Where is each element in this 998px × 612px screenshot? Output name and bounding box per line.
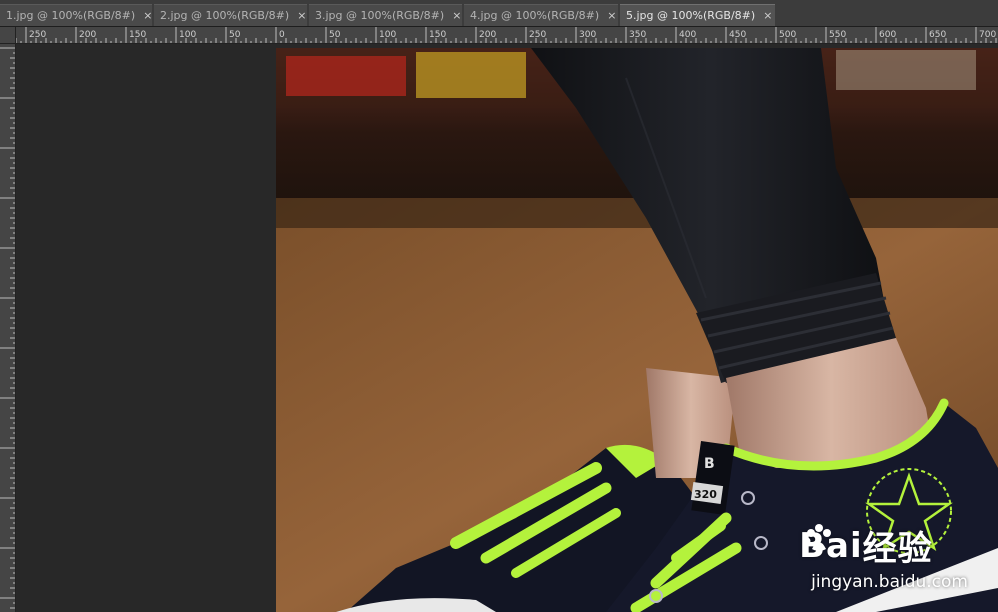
horizontal-ruler[interactable]: 250 200 150 100 50 0 50 100 150 200 250 300 350 400 45… [16, 27, 998, 44]
ruler-label: 50 [329, 30, 341, 40]
ruler-label: 350 [629, 30, 646, 40]
paw-icon [803, 524, 832, 551]
ruler-label: 650 [929, 30, 946, 40]
ruler-label: 400 [679, 30, 696, 40]
tab-label: 3.jpg @ 100%(RGB/8#) [315, 9, 445, 22]
close-icon[interactable]: × [297, 10, 306, 21]
ruler-label: 300 [579, 30, 596, 40]
ruler-label: 500 [779, 30, 796, 40]
ruler-label: 0 [279, 30, 285, 40]
document-canvas[interactable]: B 320 Bai 经验 jingyan.baidu.com [276, 48, 998, 612]
document-tab-5[interactable]: 5.jpg @ 100%(RGB/8#) × [620, 4, 775, 26]
document-tab-1[interactable]: 1.jpg @ 100%(RGB/8#) × [0, 4, 152, 26]
watermark-brand-right: 经验 [862, 529, 933, 569]
ruler-label: 200 [79, 30, 96, 40]
document-tab-4[interactable]: 4.jpg @ 100%(RGB/8#) × [464, 4, 618, 26]
ruler-label: 450 [729, 30, 746, 40]
tab-label: 4.jpg @ 100%(RGB/8#) [470, 9, 600, 22]
close-icon[interactable]: × [452, 10, 461, 21]
ruler-label: 250 [529, 30, 546, 40]
ruler-label: 150 [129, 30, 146, 40]
close-icon[interactable]: × [607, 10, 616, 21]
ruler-label: 200 [479, 30, 496, 40]
tab-label: 1.jpg @ 100%(RGB/8#) [6, 9, 136, 22]
close-icon[interactable]: × [143, 10, 152, 21]
shoe-logo-number: 320 [694, 488, 717, 501]
ruler-label: 600 [879, 30, 896, 40]
ruler-origin-corner[interactable] [0, 27, 16, 44]
vertical-ruler-ticks [0, 47, 15, 609]
document-tab-bar: 1.jpg @ 100%(RGB/8#) × 2.jpg @ 100%(RGB/8#… [0, 0, 998, 27]
baidu-watermark: Bai 经验 jingyan.baidu.com [799, 521, 968, 592]
ruler-label: 250 [29, 30, 46, 40]
ruler-label: 700 [979, 30, 996, 40]
pasteboard[interactable] [16, 44, 276, 612]
document-tab-2[interactable]: 2.jpg @ 100%(RGB/8#) × [154, 4, 307, 26]
ruler-label: 100 [379, 30, 396, 40]
ruler-label: 50 [229, 30, 241, 40]
close-icon[interactable]: × [763, 10, 772, 21]
vertical-ruler[interactable] [0, 44, 16, 612]
ruler-label: 150 [429, 30, 446, 40]
tab-label: 5.jpg @ 100%(RGB/8#) [626, 9, 756, 22]
watermark-url: jingyan.baidu.com [811, 572, 968, 592]
tab-label: 2.jpg @ 100%(RGB/8#) [160, 9, 290, 22]
ruler-label: 550 [829, 30, 846, 40]
shoe-logo-letter: B [704, 456, 715, 472]
ruler-label: 100 [179, 30, 196, 40]
document-tab-3[interactable]: 3.jpg @ 100%(RGB/8#) × [309, 4, 462, 26]
horizontal-ruler-ticks: 250 200 150 100 50 0 50 100 150 200 250 300 350 400 45… [16, 27, 997, 43]
